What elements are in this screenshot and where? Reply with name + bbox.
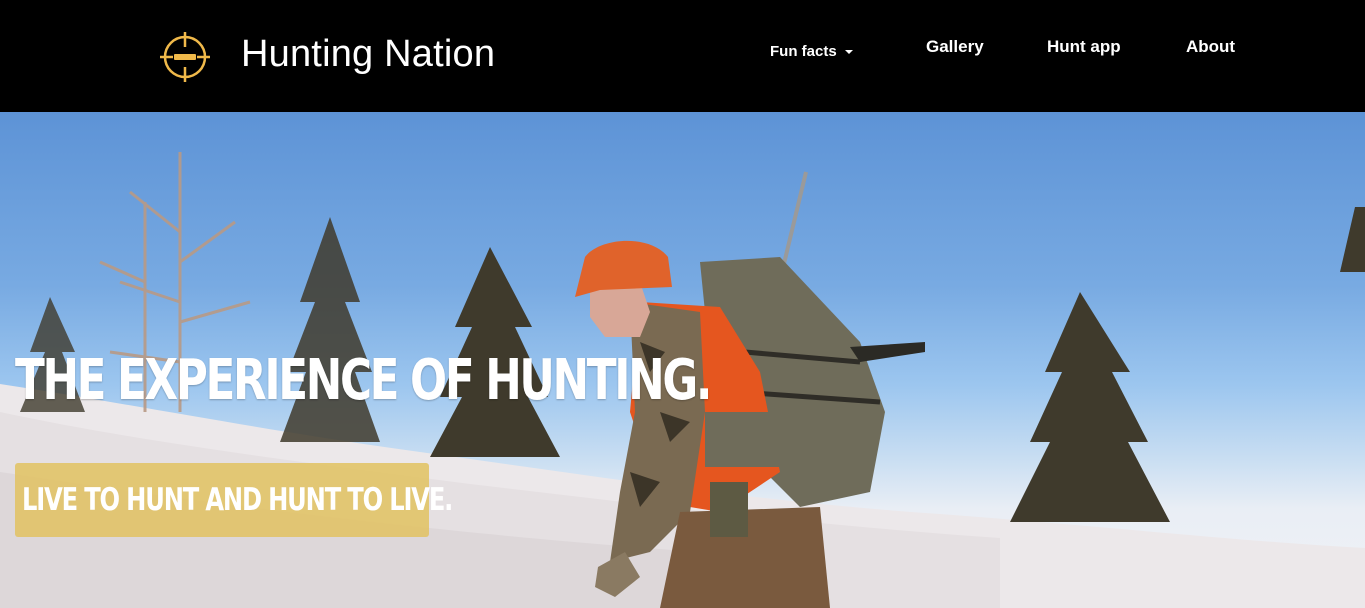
hero-tagline: LIVE TO HUNT AND HUNT TO LIVE. <box>22 482 453 518</box>
hero-banner: THE EXPERIENCE OF HUNTING. LIVE TO HUNT … <box>0 112 1365 608</box>
nav-hunt-app-link[interactable]: Hunt app <box>1047 37 1121 57</box>
top-navbar: Hunting Nation Fun facts Gallery Hunt ap… <box>0 0 1365 112</box>
crosshair-icon[interactable] <box>158 30 212 84</box>
brand-title[interactable]: Hunting Nation <box>241 33 495 76</box>
nav-fun-facts-dropdown[interactable]: Fun facts <box>770 43 853 60</box>
caret-down-icon <box>844 50 853 55</box>
nav-fun-facts-label: Fun facts <box>770 43 837 60</box>
nav-gallery-link[interactable]: Gallery <box>926 37 984 57</box>
nav-about-link[interactable]: About <box>1186 37 1235 57</box>
hero-headline: THE EXPERIENCE OF HUNTING. <box>15 348 712 413</box>
